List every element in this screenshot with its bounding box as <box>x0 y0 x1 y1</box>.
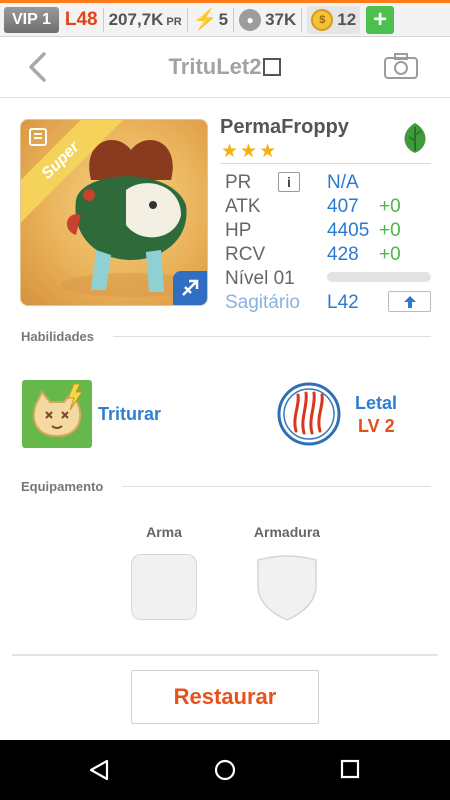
energy-value: 5 <box>218 9 229 29</box>
triangle-back-icon <box>89 759 109 781</box>
paw-counter[interactable]: ● 37K <box>239 8 297 31</box>
divider <box>220 163 431 164</box>
rcv-bonus: +0 <box>379 244 401 265</box>
divider <box>102 7 104 32</box>
leaf-icon <box>399 121 431 155</box>
circle-home-icon <box>214 759 236 781</box>
top-status-bar: VIP 1 L48 207,7K PR ⚡ 5 ● 37K $ 12 + <box>0 0 450 37</box>
add-coins-button[interactable]: + <box>366 5 395 34</box>
book-icon <box>27 126 49 148</box>
armor-slot[interactable] <box>254 554 320 622</box>
checkbox-glyph-icon <box>263 58 282 76</box>
square-recents-icon <box>340 759 360 779</box>
info-button[interactable]: i <box>278 172 300 192</box>
shield-icon <box>257 555 317 621</box>
hp-value: 4405 <box>327 220 370 241</box>
active-skill-icon[interactable] <box>22 380 92 448</box>
claw-marks-icon <box>277 382 341 446</box>
atk-bonus: +0 <box>379 196 401 217</box>
pr-value: N/A <box>327 172 359 193</box>
sagittarius-icon <box>173 271 207 305</box>
divider <box>12 654 438 656</box>
paw-icon: ● <box>239 8 262 31</box>
pr-label: PR <box>225 172 252 193</box>
star-rating: ★★★ <box>221 141 279 162</box>
sign-level: L42 <box>327 292 359 313</box>
energy-counter[interactable]: ⚡ 5 <box>193 7 228 32</box>
nav-recents-button[interactable] <box>340 759 360 779</box>
weapon-label: Arma <box>146 524 182 540</box>
passive-skill-name[interactable]: Letal <box>355 393 397 414</box>
vip-badge[interactable]: VIP 1 <box>4 6 59 33</box>
equipment-section-title: Equipamento <box>21 479 104 494</box>
rcv-label: RCV <box>225 244 266 265</box>
player-level: L48 <box>64 8 98 30</box>
camera-button[interactable] <box>383 52 419 80</box>
level-label: Nível 01 <box>225 268 295 289</box>
rcv-value: 428 <box>327 244 359 265</box>
sign-label: Sagitário <box>225 292 300 313</box>
armor-label: Armadura <box>253 524 321 540</box>
camera-icon <box>384 53 418 79</box>
xp-progress-bar <box>327 272 431 282</box>
coins-counter[interactable]: $ 12 <box>307 5 361 34</box>
divider <box>301 7 303 32</box>
monster-name: PermaFroppy <box>220 116 349 138</box>
arrow-up-icon <box>403 295 416 308</box>
divider <box>233 7 235 32</box>
lightning-icon: ⚡ <box>192 9 218 31</box>
active-skill-name[interactable]: Triturar <box>98 404 161 425</box>
sign-upgrade-button[interactable] <box>388 291 431 312</box>
player-power: 207,7K <box>108 9 164 29</box>
passive-skill-level: LV 2 <box>358 416 395 436</box>
hp-bonus: +0 <box>379 220 401 241</box>
nav-back-button[interactable] <box>88 759 110 781</box>
weapon-slot[interactable] <box>131 554 197 620</box>
atk-value: 407 <box>327 196 359 217</box>
restore-button[interactable]: Restaurar <box>131 670 319 724</box>
passive-skill-icon[interactable] <box>276 381 342 447</box>
system-nav-bar <box>0 740 450 800</box>
cat-face-icon <box>32 383 83 438</box>
divider <box>113 336 431 337</box>
nav-home-button[interactable] <box>214 759 236 781</box>
divider <box>122 486 431 487</box>
header: TrituLet2 <box>0 38 450 98</box>
player-power-unit: PR <box>166 15 182 28</box>
divider <box>186 7 188 32</box>
atk-label: ATK <box>225 196 261 217</box>
coin-icon: $ <box>311 8 334 31</box>
hp-label: HP <box>225 220 252 241</box>
title-text: TrituLet2 <box>168 54 262 79</box>
skills-section-title: Habilidades <box>21 329 94 344</box>
coins-value: 12 <box>337 9 357 29</box>
paw-value: 37K <box>265 9 297 29</box>
monster-portrait[interactable]: Super <box>20 119 208 306</box>
